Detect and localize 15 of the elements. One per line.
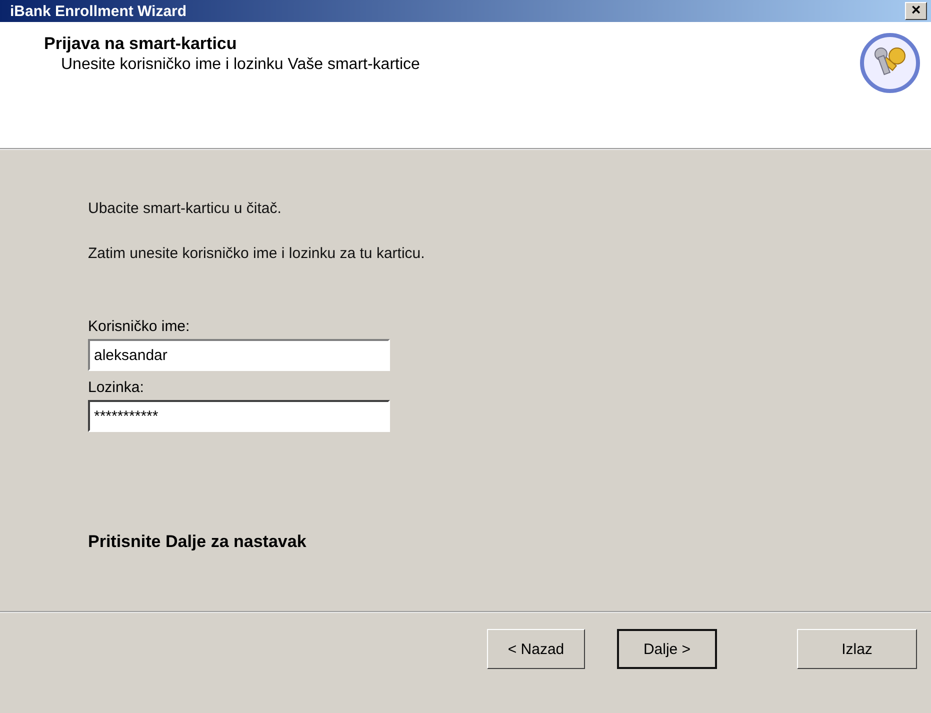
field-label: Lozinka: xyxy=(88,379,145,396)
next-button[interactable]: Dalje > xyxy=(617,629,717,669)
window-title: iBank Enrollment Wizard xyxy=(10,2,187,20)
prompt-text: Pritisnite Dalje za nastavak xyxy=(88,532,308,552)
field-label: Korisničko ime: xyxy=(88,318,191,335)
keys-icon xyxy=(859,32,921,94)
instruction-text: Zatim unesite korisničko ime i lozinku za tu karticu. xyxy=(88,245,426,262)
close-button[interactable]: × xyxy=(905,2,927,20)
page-subtitle: Unesite korisničko ime i lozinku Vaše smart-kartice xyxy=(60,56,420,74)
page-title: Prijava na smart-karticu xyxy=(44,34,238,54)
username-field[interactable]: aleksandar xyxy=(88,339,390,371)
back-button[interactable]: < Nazad xyxy=(487,629,585,669)
instruction-text: Ubacite smart-karticu u čitač. xyxy=(88,200,282,217)
password-field[interactable]: *********** xyxy=(88,400,390,432)
exit-button[interactable]: Izlaz xyxy=(797,629,917,669)
